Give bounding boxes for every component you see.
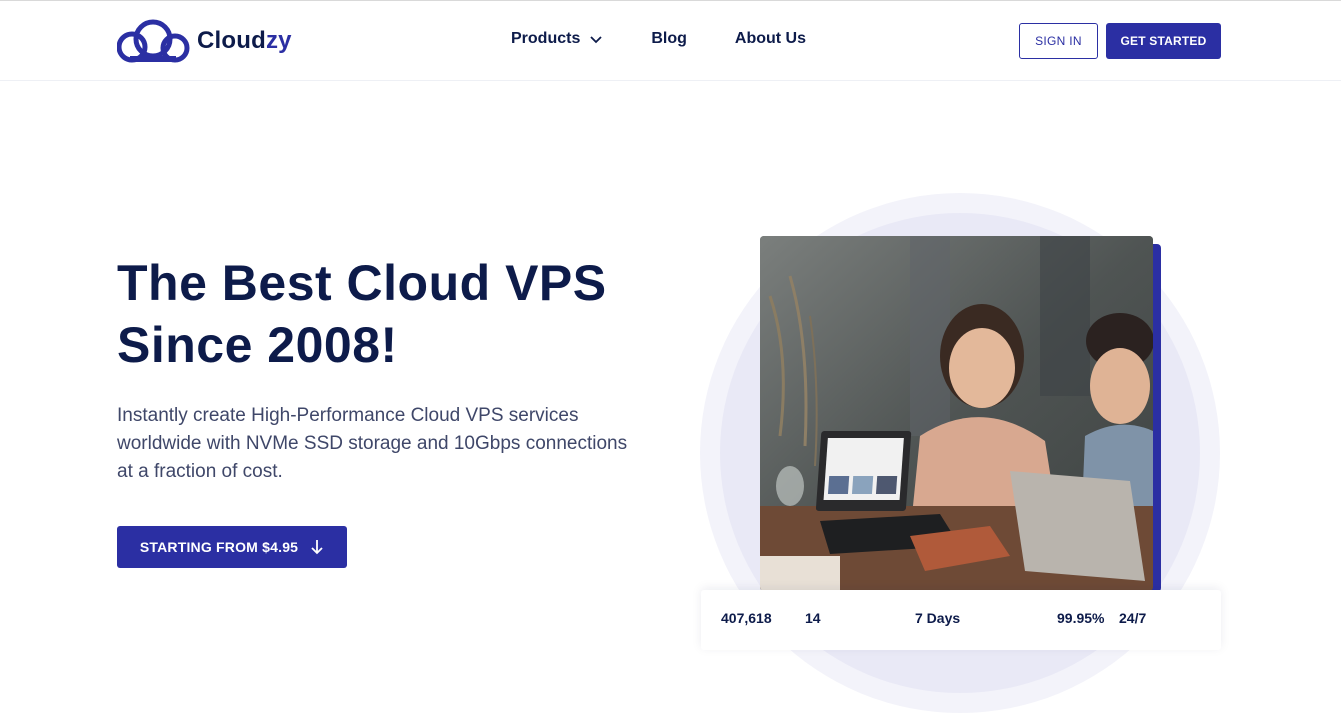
hero-title: The Best Cloud VPS Since 2008! [117,252,677,376]
hero-title-line1: The Best Cloud VPS [117,255,607,311]
nav-item-products[interactable]: Products [511,30,603,48]
nav-item-label: About Us [734,30,806,47]
stat-value: 24/7 [1119,610,1147,626]
cloud-logo-icon [117,19,190,63]
people-working-with-laptops-photo-icon [760,236,1153,591]
pricing-cta-button[interactable]: STARTING FROM $4.95 [117,526,347,568]
hero-image [760,236,1153,591]
hero-subtitle: Instantly create High-Performance Cloud … [117,405,628,482]
get-started-button[interactable]: GET STARTED [1106,23,1221,59]
hero-title-line2: Since 2008! [117,317,398,373]
main-nav: Products Blog About Us [511,30,854,48]
nav-item-label: Products [511,30,581,47]
nav-item-about-us[interactable]: About Us [735,30,806,48]
nav-item-blog[interactable]: Blog [651,30,687,48]
cta-label: STARTING FROM $4.95 [139,539,299,555]
stats-bar: 407,618 14 7 Days 99.95% 24/7 [701,590,1221,650]
brand-name: Cloudzy [197,27,292,54]
stat-value: 7 Days [915,610,961,626]
nav-item-label: Blog [651,30,687,47]
site-header: Cloudzy Products Blog About Us SIGN IN G… [0,1,1341,81]
stat-value: 14 [805,610,821,626]
chevron-down-icon [590,36,602,44]
stat-value: 99.95% [1057,610,1105,626]
sign-in-button[interactable]: SIGN IN [1019,23,1098,59]
arrow-down-icon [311,540,323,555]
brand-logo[interactable]: Cloudzy [117,18,292,64]
stat-value: 407,618 [721,610,772,626]
